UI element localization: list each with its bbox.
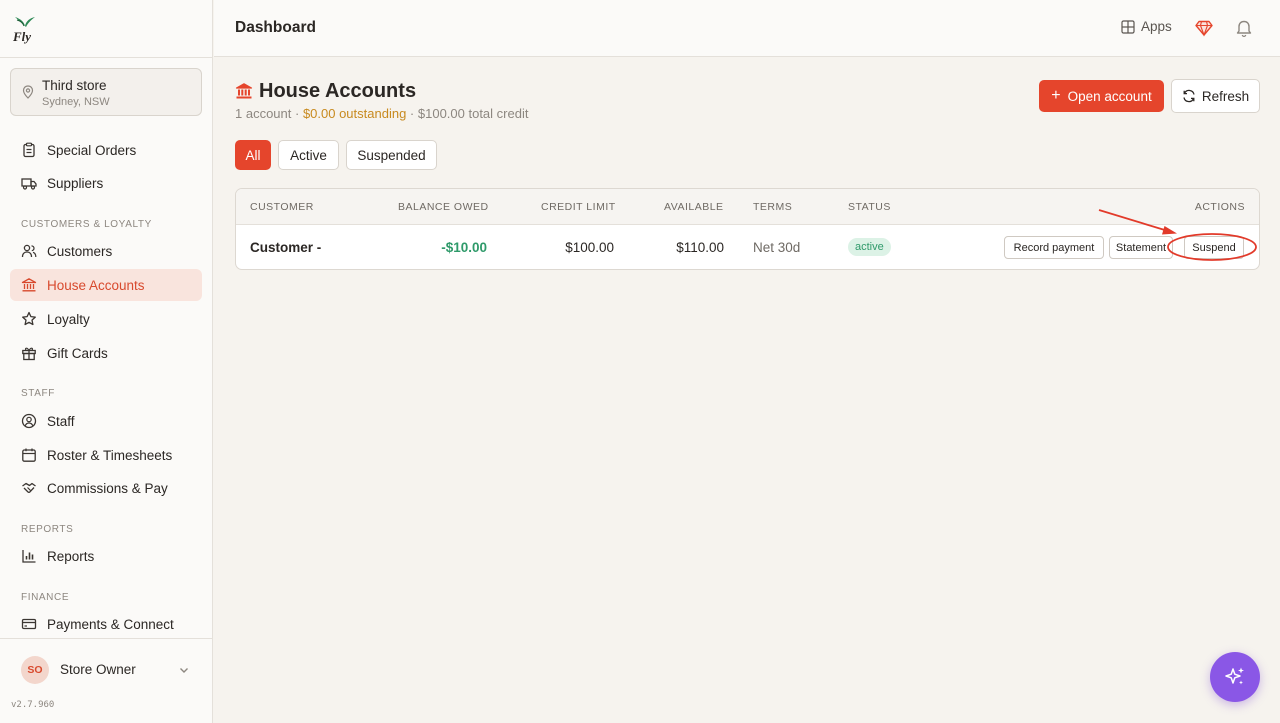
column-header-available: AVAILABLE: [664, 201, 724, 213]
sidebar-item-reports[interactable]: Reports: [10, 540, 202, 572]
star-icon: [22, 311, 36, 326]
credit-card-icon: [21, 618, 37, 630]
sidebar-item-label: Commissions & Pay: [47, 480, 168, 496]
app-version: v2.7.960: [11, 700, 55, 710]
sidebar-item-payments[interactable]: Payments & Connect: [10, 608, 202, 640]
refresh-icon: [1183, 89, 1195, 103]
bar-chart-icon: [22, 550, 36, 563]
status-badge: active: [848, 238, 891, 256]
bell-icon[interactable]: [1235, 18, 1253, 38]
sidebar-item-label: Payments & Connect: [47, 616, 174, 632]
sidebar-item-label: Customers: [47, 243, 113, 259]
sparkles-icon: [1225, 667, 1244, 685]
users-icon: [21, 244, 37, 258]
fly-logo[interactable]: Fly: [12, 14, 38, 44]
bank-icon: [21, 278, 37, 292]
calendar-icon: [22, 448, 36, 462]
sidebar-item-house-accounts[interactable]: House Accounts: [10, 269, 202, 301]
total-credit: $100.00 total credit: [417, 106, 529, 121]
sidebar-item-roster[interactable]: Roster & Timesheets: [10, 439, 202, 471]
sidebar-item-loyalty[interactable]: Loyalty: [10, 303, 202, 335]
handshake-icon: [22, 482, 36, 494]
top-bar: Dashboard Apps: [214, 0, 1280, 57]
column-header-customer: CUSTOMER: [250, 201, 314, 213]
open-account-button[interactable]: + Open account: [1039, 80, 1164, 112]
outstanding-total: $0.00 outstanding: [302, 106, 407, 121]
store-name: Third store: [42, 78, 107, 93]
clipboard-icon: [23, 142, 35, 158]
record-payment-button[interactable]: Record payment: [1004, 236, 1104, 259]
refresh-label: Refresh: [1201, 88, 1250, 104]
sidebar-item-suppliers[interactable]: Suppliers: [10, 167, 202, 199]
grid-icon: [1121, 19, 1135, 34]
sidebar-item-staff[interactable]: Staff: [10, 405, 202, 437]
balance-owed: -$10.00: [441, 240, 487, 255]
sidebar-item-label: Special Orders: [47, 142, 137, 158]
logo-text: Fly: [12, 29, 31, 44]
logo-mark-icon: Fly: [12, 17, 35, 44]
sidebar-item-label: Suppliers: [47, 175, 104, 191]
sidebar-item-label: Loyalty: [47, 311, 90, 327]
truck-icon: [21, 178, 37, 190]
summary-separator: ·: [406, 106, 418, 121]
house-accounts-table: CUSTOMER BALANCE OWED CREDIT LIMIT AVAIL…: [235, 188, 1260, 270]
column-header-credit-limit: CREDIT LIMIT: [541, 201, 616, 213]
ai-assistant-button[interactable]: [1210, 652, 1260, 702]
page-title: House Accounts: [259, 80, 417, 102]
chevron-down-icon[interactable]: [178, 664, 190, 676]
plus-icon: +: [1051, 87, 1061, 104]
sidebar-item-label: Roster & Timesheets: [47, 447, 173, 463]
sidebar-item-label: Staff: [47, 413, 75, 429]
column-header-status: STATUS: [848, 201, 891, 213]
nav-section-staff: STAFF: [21, 388, 55, 399]
filter-all[interactable]: All: [235, 140, 271, 170]
gem-icon[interactable]: [1195, 19, 1213, 37]
sidebar: Fly Third store Sydney, NSW Special Orde…: [0, 0, 213, 723]
nav-section-reports: REPORTS: [21, 524, 74, 535]
filter-suspended[interactable]: Suspended: [346, 140, 437, 170]
account-count: 1 account: [235, 106, 292, 121]
sidebar-item-label: House Accounts: [47, 277, 145, 293]
sidebar-item-special-orders[interactable]: Special Orders: [10, 134, 202, 166]
column-header-actions: ACTIONS: [1194, 201, 1245, 213]
table-header: CUSTOMER BALANCE OWED CREDIT LIMIT AVAIL…: [236, 189, 1259, 225]
terms: Net 30d: [753, 240, 801, 255]
summary-separator: ·: [291, 106, 303, 121]
sidebar-item-gift-cards[interactable]: Gift Cards: [10, 337, 202, 369]
accounts-summary: 1 account · $0.00 outstanding · $100.00 …: [235, 106, 528, 121]
bank-icon: [235, 83, 253, 99]
column-header-terms: TERMS: [753, 201, 793, 213]
nav-section-customers: CUSTOMERS & LOYALTY: [21, 219, 152, 230]
sidebar-item-commissions[interactable]: Commissions & Pay: [10, 472, 202, 504]
avatar[interactable]: SO: [21, 656, 49, 684]
sidebar-item-customers[interactable]: Customers: [10, 235, 202, 267]
sidebar-item-label: Gift Cards: [47, 345, 108, 361]
user-circle-icon: [21, 413, 37, 429]
sidebar-divider: [0, 638, 213, 639]
page-header-title: Dashboard: [235, 19, 316, 36]
customer-name[interactable]: Customer -: [250, 240, 321, 255]
suspend-button[interactable]: Suspend: [1184, 236, 1244, 259]
apps-label: Apps: [1141, 19, 1172, 34]
refresh-button[interactable]: Refresh: [1171, 79, 1260, 113]
nav-section-finance: FINANCE: [21, 592, 70, 603]
filter-active[interactable]: Active: [278, 140, 339, 170]
sidebar-item-label: Reports: [47, 548, 95, 564]
column-header-balance: BALANCE OWED: [398, 201, 489, 213]
credit-limit: $100.00: [565, 240, 614, 255]
sidebar-divider: [0, 57, 213, 58]
user-name[interactable]: Store Owner: [60, 662, 136, 677]
available-credit: $110.00: [676, 240, 724, 255]
store-selector[interactable]: Third store Sydney, NSW: [10, 68, 202, 116]
gift-icon: [22, 347, 36, 361]
statement-button[interactable]: Statement: [1109, 236, 1173, 259]
map-pin-icon: [22, 85, 34, 99]
apps-button[interactable]: Apps: [1121, 19, 1172, 34]
open-account-label: Open account: [1067, 88, 1152, 104]
store-location: Sydney, NSW: [42, 96, 110, 108]
